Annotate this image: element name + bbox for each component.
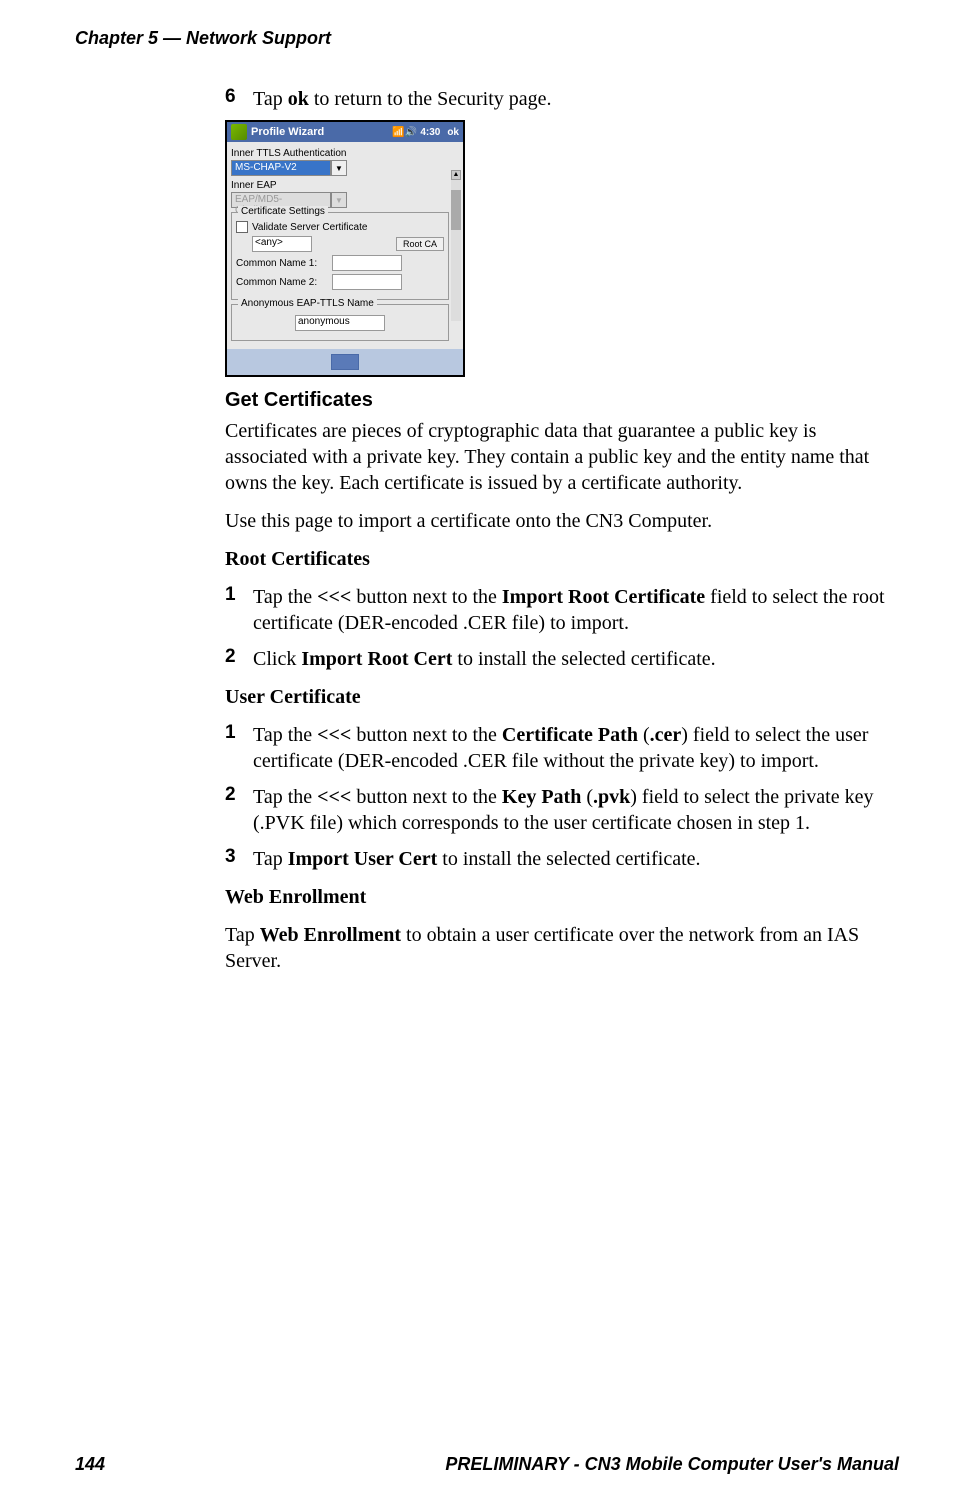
inner-ttls-label: Inner TTLS Authentication — [231, 148, 449, 159]
txt-bold: <<< — [317, 586, 351, 608]
list-item: 2 Click Import Root Cert to install the … — [225, 646, 897, 672]
txt-bold: Web Enrollment — [260, 924, 401, 946]
root-certs-list: 1 Tap the <<< button next to the Import … — [225, 584, 897, 672]
list-number: 1 — [225, 722, 243, 774]
any-row: <any> Root CA — [252, 236, 444, 252]
anon-legend: Anonymous EAP-TTLS Name — [238, 298, 377, 309]
validate-row[interactable]: Validate Server Certificate — [236, 221, 444, 233]
inner-ttls-select[interactable]: MS-CHAP-V2 ▼ — [231, 160, 449, 176]
start-icon — [231, 124, 247, 140]
list-item: 1 Tap the <<< button next to the Certifi… — [225, 722, 897, 774]
inner-eap-label: Inner EAP — [231, 180, 449, 191]
txt-bold: .pvk — [593, 786, 630, 808]
scroll-up-icon[interactable]: ▲ — [451, 170, 461, 180]
step-number: 6 — [225, 86, 243, 112]
dropdown-icon-disabled: ▼ — [331, 192, 347, 208]
step6-post: to return to the Security page. — [309, 88, 552, 110]
txt: Click — [253, 648, 301, 670]
list-item: 3 Tap Import User Cert to install the se… — [225, 846, 897, 872]
anon-fieldset: Anonymous EAP-TTLS Name anonymous — [231, 304, 449, 341]
any-input[interactable]: <any> — [252, 236, 312, 252]
txt-bold: Import User Cert — [288, 848, 438, 870]
clock: 4:30 — [420, 127, 440, 138]
cn1-input[interactable] — [332, 255, 402, 271]
list-number: 3 — [225, 846, 243, 872]
scroll-thumb[interactable] — [451, 190, 461, 230]
step6-pre: Tap — [253, 88, 288, 110]
txt-bold: Import Root Cert — [301, 648, 452, 670]
txt-bold: Import Root Certificate — [502, 586, 705, 608]
cert-settings-fieldset: Certificate Settings Validate Server Cer… — [231, 212, 449, 300]
web-enroll-para: Tap Web Enrollment to obtain a user cert… — [225, 922, 897, 974]
txt: ( — [638, 724, 650, 746]
wizard-body: Inner TTLS Authentication MS-CHAP-V2 ▼ I… — [227, 142, 463, 349]
step-6: 6 Tap ok to return to the Security page. — [225, 86, 897, 112]
list-text: Tap Import User Cert to install the sele… — [253, 846, 701, 872]
ok-button[interactable]: ok — [447, 127, 459, 138]
txt: to install the selected certificate. — [452, 648, 715, 670]
footer-title: PRELIMINARY - CN3 Mobile Computer User's… — [445, 1454, 899, 1475]
txt-bold: Certificate Path — [502, 724, 638, 746]
txt-bold: Key Path — [502, 786, 581, 808]
dropdown-icon[interactable]: ▼ — [331, 160, 347, 176]
list-number: 2 — [225, 784, 243, 836]
txt: Tap the — [253, 586, 317, 608]
list-text: Tap the <<< button next to the Certifica… — [253, 722, 897, 774]
txt: button next to the — [351, 786, 502, 808]
anon-input[interactable]: anonymous — [295, 315, 385, 331]
scrollbar[interactable]: ▲ — [451, 170, 461, 321]
window-title: Profile Wizard — [251, 126, 324, 138]
user-cert-list: 1 Tap the <<< button next to the Certifi… — [225, 722, 897, 872]
inner-ttls-value: MS-CHAP-V2 — [231, 160, 331, 176]
root-certs-heading: Root Certificates — [225, 546, 897, 572]
page-header: Chapter 5 — Network Support — [75, 28, 331, 49]
content-area: 6 Tap ok to return to the Security page.… — [225, 86, 897, 986]
validate-label: Validate Server Certificate — [252, 222, 367, 233]
txt-bold: <<< — [317, 786, 351, 808]
list-text: Tap the <<< button next to the Import Ro… — [253, 584, 897, 636]
get-certs-para1: Certificates are pieces of cryptographic… — [225, 418, 897, 496]
txt: Tap the — [253, 786, 317, 808]
list-text: Tap the <<< button next to the Key Path … — [253, 784, 897, 836]
list-text: Click Import Root Cert to install the se… — [253, 646, 716, 672]
signal-icon: 📶 — [392, 127, 404, 138]
cn2-input[interactable] — [332, 274, 402, 290]
txt-bold: <<< — [317, 724, 351, 746]
list-item: 2 Tap the <<< button next to the Key Pat… — [225, 784, 897, 836]
cn2-label: Common Name 2: — [236, 277, 326, 288]
validate-checkbox[interactable] — [236, 221, 248, 233]
step-text: Tap ok to return to the Security page. — [253, 86, 552, 112]
cn1-label: Common Name 1: — [236, 258, 326, 269]
step6-bold: ok — [288, 88, 309, 110]
get-certificates-heading: Get Certificates — [225, 389, 897, 412]
volume-icon: 🔊 — [405, 127, 417, 138]
root-ca-button[interactable]: Root CA — [396, 237, 444, 251]
cn1-row: Common Name 1: — [236, 255, 444, 271]
txt: Tap — [225, 924, 260, 946]
cn2-row: Common Name 2: — [236, 274, 444, 290]
txt: button next to the — [351, 724, 502, 746]
titlebar: Profile Wizard 📶 🔊 4:30 ok — [227, 122, 463, 142]
get-certs-para2: Use this page to import a certificate on… — [225, 508, 897, 534]
txt: to install the selected certificate. — [437, 848, 700, 870]
txt: Tap the — [253, 724, 317, 746]
list-number: 1 — [225, 584, 243, 636]
profile-wizard-screenshot: Profile Wizard 📶 🔊 4:30 ok Inner TTLS Au… — [225, 120, 465, 377]
anon-row: anonymous — [236, 315, 444, 331]
user-cert-heading: User Certificate — [225, 684, 897, 710]
txt: ( — [581, 786, 593, 808]
txt-bold: .cer — [650, 724, 682, 746]
cert-settings-legend: Certificate Settings — [238, 206, 328, 217]
list-number: 2 — [225, 646, 243, 672]
txt: button next to the — [351, 586, 502, 608]
txt: Tap — [253, 848, 288, 870]
web-enrollment-heading: Web Enrollment — [225, 884, 897, 910]
bottom-bar — [227, 349, 463, 375]
list-item: 1 Tap the <<< button next to the Import … — [225, 584, 897, 636]
page-footer: 144 PRELIMINARY - CN3 Mobile Computer Us… — [75, 1454, 899, 1475]
keyboard-icon[interactable] — [331, 354, 359, 370]
page-number: 144 — [75, 1454, 105, 1475]
